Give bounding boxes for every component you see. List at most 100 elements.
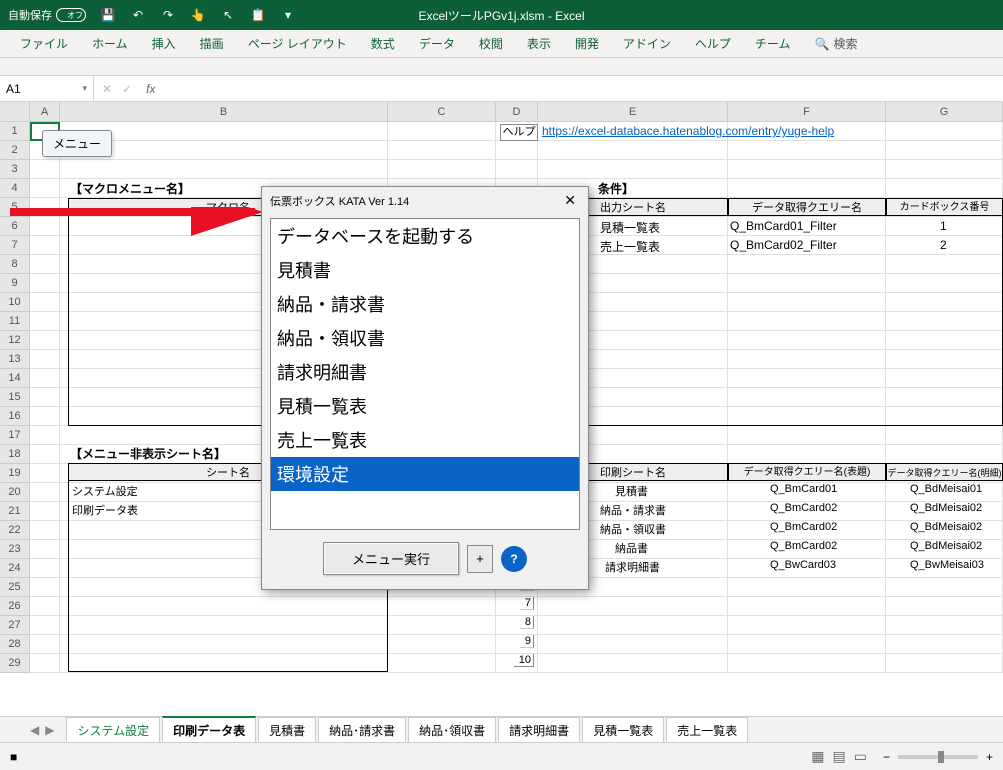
tab-team[interactable]: チーム bbox=[743, 29, 803, 58]
row-header[interactable]: 15 bbox=[0, 388, 30, 407]
col-header-d[interactable]: D bbox=[496, 102, 538, 121]
autosave-toggle[interactable]: 自動保存 オフ bbox=[8, 7, 86, 23]
zoom-in-icon[interactable]: + bbox=[986, 750, 993, 764]
menu-listbox[interactable]: データベースを起動する 見積書 納品・請求書 納品・領収書 請求明細書 見積一覧… bbox=[270, 218, 580, 530]
tab-draw[interactable]: 描画 bbox=[188, 29, 236, 58]
paste-icon[interactable]: 📋 bbox=[250, 7, 266, 23]
row-header[interactable]: 18 bbox=[0, 445, 30, 464]
sheet-tab[interactable]: 売上一覧表 bbox=[666, 717, 748, 743]
more-icon[interactable]: ▾ bbox=[280, 7, 296, 23]
col-header-b[interactable]: B bbox=[60, 102, 388, 121]
dialog-title-text: 伝票ボックス KATA Ver 1.14 bbox=[270, 193, 409, 209]
tab-developer[interactable]: 開発 bbox=[563, 29, 611, 58]
col-header-e[interactable]: E bbox=[538, 102, 728, 121]
print-r4-q2: Q_BdMeisai02 bbox=[910, 540, 982, 552]
normal-view-icon[interactable]: ▦ bbox=[811, 748, 824, 765]
col-header-a[interactable]: A bbox=[30, 102, 60, 121]
list-item[interactable]: データベースを起動する bbox=[271, 219, 579, 253]
tab-file[interactable]: ファイル bbox=[8, 29, 80, 58]
sheet-tab[interactable]: システム設定 bbox=[66, 717, 160, 743]
run-button[interactable]: メニュー実行 bbox=[323, 542, 459, 575]
tab-review[interactable]: 校閲 bbox=[467, 29, 515, 58]
prev-sheet-icon[interactable]: ◀ bbox=[30, 723, 39, 737]
row-header[interactable]: 21 bbox=[0, 502, 30, 521]
page-layout-icon[interactable]: ▤ bbox=[833, 748, 846, 765]
row-header[interactable]: 26 bbox=[0, 597, 30, 616]
select-all-corner[interactable] bbox=[0, 102, 30, 121]
record-macro-icon[interactable]: ■ bbox=[10, 750, 17, 764]
sheet-tab[interactable]: 見積書 bbox=[258, 717, 316, 743]
row-header[interactable]: 8 bbox=[0, 255, 30, 274]
tab-addins[interactable]: アドイン bbox=[611, 29, 683, 58]
row-header[interactable]: 23 bbox=[0, 540, 30, 559]
list-item[interactable]: 納品・請求書 bbox=[271, 287, 579, 321]
zoom-slider[interactable] bbox=[898, 755, 978, 759]
col-header-c[interactable]: C bbox=[388, 102, 496, 121]
sheet-tab-active[interactable]: 印刷データ表 bbox=[162, 716, 256, 743]
row-header[interactable]: 10 bbox=[0, 293, 30, 312]
next-sheet-icon[interactable]: ▶ bbox=[45, 723, 54, 737]
list-item[interactable]: 請求明細書 bbox=[271, 355, 579, 389]
cond-r1-sheet: 見積一覧表 bbox=[600, 219, 660, 236]
sheet-tab[interactable]: 見積一覧表 bbox=[582, 717, 664, 743]
toggle-switch[interactable]: オフ bbox=[56, 8, 86, 22]
cond-section-label: 条件】 bbox=[598, 180, 634, 197]
list-item[interactable]: 見積一覧表 bbox=[271, 389, 579, 423]
row-header[interactable]: 16 bbox=[0, 407, 30, 426]
row-header[interactable]: 20 bbox=[0, 483, 30, 502]
save-icon[interactable]: 💾 bbox=[100, 7, 116, 23]
tab-insert[interactable]: 挿入 bbox=[140, 29, 188, 58]
sheet-tab[interactable]: 請求明細書 bbox=[498, 717, 580, 743]
row-header[interactable]: 11 bbox=[0, 312, 30, 331]
list-item[interactable]: 売上一覧表 bbox=[271, 423, 579, 457]
row-header[interactable]: 1 bbox=[0, 122, 30, 141]
close-icon[interactable]: ✕ bbox=[560, 192, 580, 209]
enter-icon[interactable]: ✓ bbox=[122, 82, 132, 96]
help-button[interactable]: ? bbox=[501, 546, 527, 572]
row-header[interactable]: 25 bbox=[0, 578, 30, 597]
row-header[interactable]: 19 bbox=[0, 464, 30, 483]
row-header[interactable]: 9 bbox=[0, 274, 30, 293]
tab-home[interactable]: ホーム bbox=[80, 29, 140, 58]
sheet-tab[interactable]: 納品･請求書 bbox=[318, 717, 406, 743]
row-header[interactable]: 3 bbox=[0, 160, 30, 179]
redo-icon[interactable]: ↷ bbox=[160, 7, 176, 23]
row-header[interactable]: 24 bbox=[0, 559, 30, 578]
touch-icon[interactable]: 👆 bbox=[190, 7, 206, 23]
plus-button[interactable]: + bbox=[467, 545, 493, 573]
page-break-icon[interactable]: ▭ bbox=[854, 748, 867, 765]
row-header[interactable]: 14 bbox=[0, 369, 30, 388]
autosave-label: 自動保存 bbox=[8, 7, 52, 23]
tab-help[interactable]: ヘルプ bbox=[683, 29, 743, 58]
name-box[interactable]: A1 bbox=[0, 76, 94, 101]
fx-icon[interactable]: fx bbox=[142, 82, 159, 96]
row-header[interactable]: 4 bbox=[0, 179, 30, 198]
list-item-selected[interactable]: 環境設定 bbox=[271, 457, 579, 491]
tab-view[interactable]: 表示 bbox=[515, 29, 563, 58]
formula-bar: A1 ✕ ✓ fx bbox=[0, 76, 1003, 102]
row-header[interactable]: 27 bbox=[0, 616, 30, 635]
list-item[interactable]: 納品・領収書 bbox=[271, 321, 579, 355]
row-header[interactable]: 13 bbox=[0, 350, 30, 369]
undo-icon[interactable]: ↶ bbox=[130, 7, 146, 23]
dialog-titlebar[interactable]: 伝票ボックス KATA Ver 1.14 ✕ bbox=[262, 187, 588, 214]
tab-formulas[interactable]: 数式 bbox=[359, 29, 407, 58]
tab-data[interactable]: データ bbox=[407, 29, 467, 58]
row-header[interactable]: 2 bbox=[0, 141, 30, 160]
zoom-out-icon[interactable]: − bbox=[883, 750, 890, 764]
row-header[interactable]: 28 bbox=[0, 635, 30, 654]
help-link[interactable]: https://excel-databace.hatenablog.com/en… bbox=[542, 124, 834, 138]
row-header[interactable]: 12 bbox=[0, 331, 30, 350]
menu-button[interactable]: メニュー bbox=[42, 130, 112, 157]
cancel-icon[interactable]: ✕ bbox=[102, 82, 112, 96]
cursor-icon[interactable]: ↖ bbox=[220, 7, 236, 23]
list-item[interactable]: 見積書 bbox=[271, 253, 579, 287]
search-box[interactable]: 🔍 検索 bbox=[815, 35, 858, 52]
row-header[interactable]: 22 bbox=[0, 521, 30, 540]
row-header[interactable]: 29 bbox=[0, 654, 30, 673]
col-header-f[interactable]: F bbox=[728, 102, 886, 121]
col-header-g[interactable]: G bbox=[886, 102, 1003, 121]
sheet-tab[interactable]: 納品･領収書 bbox=[408, 717, 496, 743]
tab-pagelayout[interactable]: ページ レイアウト bbox=[236, 29, 359, 58]
row-header[interactable]: 17 bbox=[0, 426, 30, 445]
